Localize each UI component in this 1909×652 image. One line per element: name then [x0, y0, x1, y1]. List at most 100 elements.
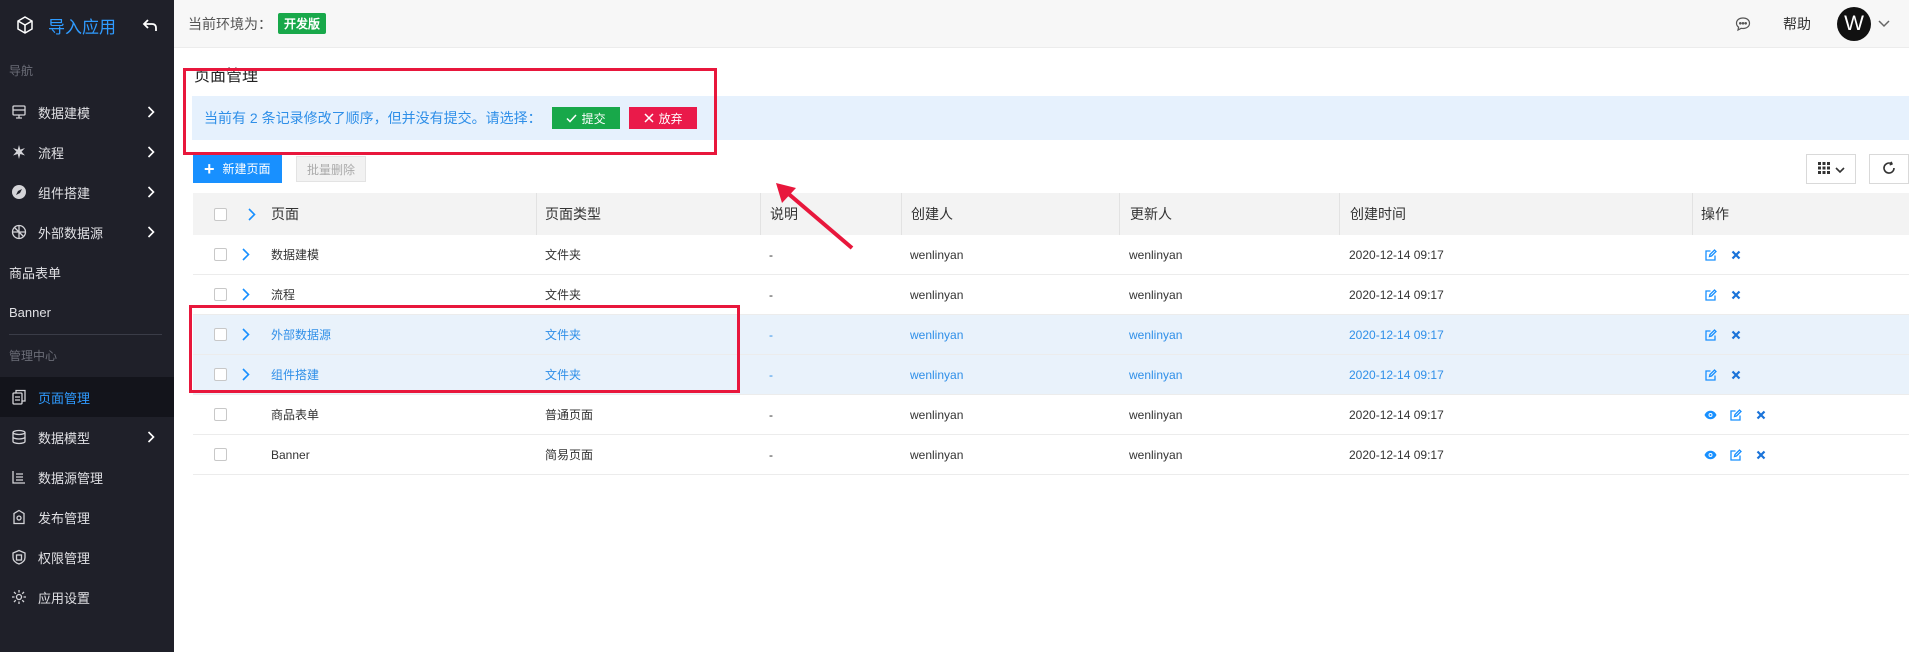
view-icon[interactable]: [1704, 448, 1717, 461]
column-header-type[interactable]: 页面类型: [536, 193, 601, 235]
cell-created: 2020-12-14 09:17: [1349, 327, 1444, 342]
row-checkbox[interactable]: [214, 435, 227, 474]
message-icon[interactable]: [1733, 14, 1753, 34]
sidebar-item-page-1[interactable]: Banner: [0, 292, 174, 332]
discard-button[interactable]: 放弃: [628, 107, 697, 129]
edit-icon[interactable]: [1729, 408, 1742, 421]
chevron-right-icon: [146, 225, 156, 239]
notice-text: 当前有 2 条记录修改了顺序，但并没有提交。请选择：: [204, 110, 542, 126]
column-toggle-button[interactable]: [1806, 154, 1856, 184]
sidebar-item-label: 流程: [38, 145, 65, 161]
edit-icon[interactable]: [1704, 368, 1717, 381]
sidebar-item-admin-4[interactable]: 权限管理: [0, 537, 174, 577]
table-row[interactable]: 数据建模 文件夹 - wenlinyan wenlinyan 2020-12-14 09:…: [193, 235, 1909, 275]
chevron-right-icon[interactable]: [241, 235, 251, 274]
publish-icon: [9, 507, 29, 527]
column-header-created[interactable]: 创建时间: [1339, 193, 1406, 235]
select-all-checkbox[interactable]: [214, 193, 227, 235]
cell-page-type: 文件夹: [545, 368, 582, 382]
chevron-right-icon: [146, 430, 156, 444]
delete-icon[interactable]: [1729, 288, 1742, 301]
view-icon[interactable]: [1704, 408, 1717, 421]
cell-creator: wenlinyan: [910, 367, 964, 382]
table-row[interactable]: 流程 文件夹 - wenlinyan wenlinyan 2020-12-14 09:17: [193, 275, 1909, 315]
sidebar-item-label: 权限管理: [38, 550, 91, 566]
sidebar-item-admin-5[interactable]: 应用设置: [0, 577, 174, 617]
delete-icon[interactable]: [1729, 328, 1742, 341]
cell-page-name: 组件搭建: [271, 368, 320, 382]
chevron-right-icon: [146, 105, 156, 119]
delete-icon[interactable]: [1754, 408, 1767, 421]
avatar[interactable]: W: [1837, 6, 1871, 41]
chevron-right-icon[interactable]: [241, 275, 251, 314]
cell-creator: wenlinyan: [910, 287, 964, 302]
page-title: 页面管理: [194, 68, 259, 85]
edit-icon[interactable]: [1729, 448, 1742, 461]
app-title[interactable]: 导入应用: [48, 13, 140, 38]
new-page-button[interactable]: + 新建页面: [193, 154, 282, 183]
sidebar-item-label: 发布管理: [38, 510, 91, 526]
sidebar-item-nav-0[interactable]: 数据建模: [0, 92, 174, 132]
submit-label: 提交: [581, 111, 606, 126]
new-page-label: 新建页面: [222, 162, 271, 176]
sidebar-item-nav-3[interactable]: 外部数据源: [0, 212, 174, 252]
delete-icon[interactable]: [1729, 368, 1742, 381]
row-checkbox[interactable]: [214, 395, 227, 434]
row-checkbox[interactable]: [214, 275, 227, 314]
sidebar-item-admin-3[interactable]: 发布管理: [0, 497, 174, 537]
table-row[interactable]: 组件搭建 文件夹 - wenlinyan wenlinyan 2020-12-14 09:…: [193, 355, 1909, 395]
column-header-creator[interactable]: 创建人: [901, 193, 953, 235]
sidebar-item-admin-0[interactable]: 页面管理: [0, 377, 174, 417]
chevron-right-icon[interactable]: [241, 355, 251, 394]
column-header-page[interactable]: 页面: [271, 193, 299, 235]
cell-created: 2020-12-14 09:17: [1349, 247, 1444, 262]
table-row[interactable]: Banner 简易页面 - wenlinyan wenlinyan 2020-12-14 …: [193, 435, 1909, 475]
env-label: 当前环境为：: [188, 15, 272, 32]
sidebar-item-nav-2[interactable]: 组件搭建: [0, 172, 174, 212]
chevron-right-icon: [146, 185, 156, 199]
edit-icon[interactable]: [1704, 288, 1717, 301]
gear-icon: [9, 587, 29, 607]
row-checkbox[interactable]: [214, 355, 227, 394]
column-header-actions: 操作: [1692, 193, 1729, 235]
column-header-updater[interactable]: 更新人: [1119, 193, 1172, 235]
sidebar-item-nav-1[interactable]: 流程: [0, 132, 174, 172]
sidebar-item-admin-2[interactable]: 数据源管理: [0, 457, 174, 497]
refresh-button[interactable]: [1869, 154, 1909, 184]
chevron-down-icon[interactable]: [1877, 17, 1891, 31]
table-row[interactable]: 商品表单 普通页面 - wenlinyan wenlinyan 2020-12-14 09…: [193, 395, 1909, 435]
cell-created: 2020-12-14 09:17: [1349, 287, 1444, 302]
edit-icon[interactable]: [1704, 248, 1717, 261]
sidebar-item-admin-1[interactable]: 数据模型: [0, 417, 174, 457]
delete-icon[interactable]: [1729, 248, 1742, 261]
delete-icon[interactable]: [1754, 448, 1767, 461]
edit-icon[interactable]: [1704, 328, 1717, 341]
cell-page-type: 普通页面: [545, 408, 594, 422]
row-checkbox[interactable]: [214, 315, 227, 354]
top-bar: 当前环境为： 开发版 帮助 W: [174, 0, 1909, 48]
cell-page-type: 文件夹: [545, 248, 582, 262]
cell-updater: wenlinyan: [1129, 327, 1183, 342]
cell-updater: wenlinyan: [1129, 247, 1183, 262]
row-checkbox[interactable]: [214, 235, 227, 274]
table-header-row: 页面 页面类型 说明 创建人 更新人 创建时间 操作: [193, 193, 1909, 235]
expand-all-chevron-icon[interactable]: [247, 193, 257, 235]
cell-creator: wenlinyan: [910, 447, 964, 462]
shield-icon: [9, 547, 29, 567]
sidebar-item-page-0[interactable]: 商品表单: [0, 252, 174, 292]
batch-delete-button[interactable]: 批量删除: [296, 156, 367, 182]
env-badge: 开发版: [278, 13, 327, 34]
database-model-icon: [9, 102, 29, 122]
refresh-icon: [1882, 160, 1896, 178]
help-link[interactable]: 帮助: [1783, 14, 1811, 34]
cell-creator: wenlinyan: [910, 327, 964, 342]
cell-desc: -: [769, 287, 773, 302]
cell-updater: wenlinyan: [1129, 367, 1183, 382]
database-icon: [9, 427, 29, 447]
column-header-desc[interactable]: 说明: [760, 193, 798, 235]
table-row[interactable]: 外部数据源 文件夹 - wenlinyan wenlinyan 2020-12-14 09…: [193, 315, 1909, 355]
cell-page-type: 文件夹: [545, 288, 582, 302]
chevron-right-icon[interactable]: [241, 315, 251, 354]
back-arrow-icon[interactable]: [140, 15, 160, 35]
submit-button[interactable]: 提交: [551, 107, 620, 129]
